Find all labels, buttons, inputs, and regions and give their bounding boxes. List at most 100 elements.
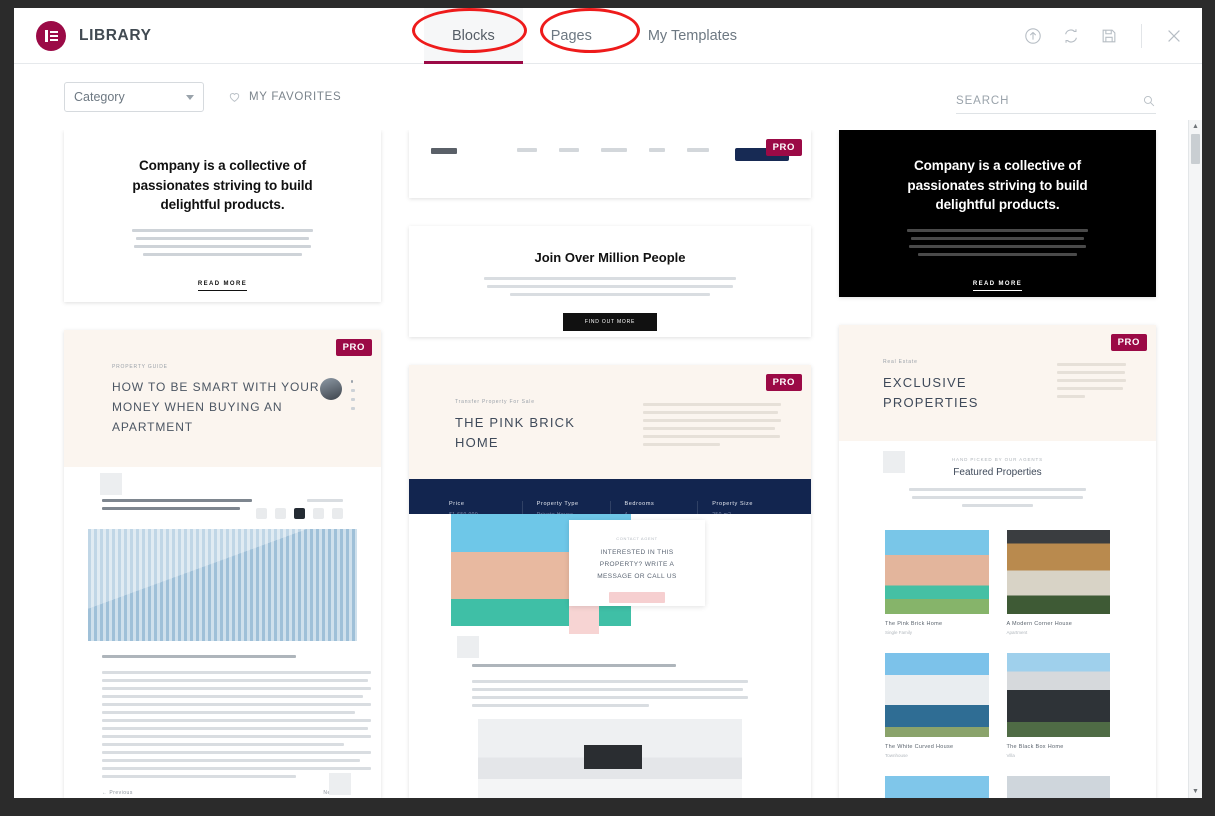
template-card-navbar[interactable]: PRO <box>409 130 811 198</box>
twitter-icon[interactable] <box>294 508 305 520</box>
spec-property-size-label: Property Size <box>712 501 754 508</box>
join-cta-button: FIND OUT MORE <box>562 312 658 331</box>
pro-badge: PRO <box>1110 333 1147 351</box>
brand: LIBRARY <box>14 20 152 51</box>
search-icon[interactable] <box>1142 94 1156 108</box>
sync-library-icon[interactable] <box>1061 26 1081 46</box>
blog-article-body: ← Previous Next → BLOG POSTS More Update… <box>64 467 381 798</box>
hero-light-body-lines <box>131 228 314 256</box>
blog-article-kicker: PROPERTY GUIDE <box>112 364 168 371</box>
header-actions <box>1023 8 1184 64</box>
template-card-hero-light[interactable]: Company is a collective of passionates s… <box>64 130 381 303</box>
linkedin-icon[interactable] <box>313 508 324 520</box>
heart-icon <box>228 91 241 104</box>
scrollbar-thumb[interactable] <box>1191 134 1200 164</box>
property-card-name: The White Curved House <box>885 743 954 750</box>
contact-kicker: CONTACT AGENT <box>616 536 658 542</box>
property-detail-lines <box>471 664 749 708</box>
facebook-icon[interactable] <box>256 508 267 520</box>
join-heading: Join Over Million People <box>534 249 686 265</box>
property-card[interactable]: The White Curved House Townhouse <box>885 652 989 758</box>
navbar-preview <box>409 130 811 198</box>
header-divider <box>1141 24 1142 48</box>
template-card-exclusive[interactable]: PRO Real Estate EXCLUSIVE PROPERTIES HAN… <box>839 324 1156 798</box>
tab-pages[interactable]: Pages <box>523 8 620 64</box>
property-title-block: Transfer Property For Sale THE PINK BRIC… <box>439 387 619 453</box>
decor-square <box>457 636 479 659</box>
blog-author-lines <box>351 378 355 416</box>
property-card-photo <box>885 529 989 614</box>
template-card-join[interactable]: Join Over Million People FIND OUT MORE <box>409 225 811 338</box>
property-contact-section: CONTACT AGENT INTERESTED IN THIS PROPERT… <box>409 514 811 635</box>
library-tabs: Blocks Pages My Templates <box>424 8 765 64</box>
scroll-down-arrow-icon[interactable]: ▼ <box>1189 785 1202 798</box>
property-detail-section <box>409 634 811 798</box>
blog-prev-link[interactable]: ← Previous <box>102 790 133 796</box>
join-body-lines <box>484 276 736 296</box>
property-kicker: Transfer Property For Sale <box>455 399 535 406</box>
tab-blocks[interactable]: Blocks <box>424 8 523 64</box>
vertical-scrollbar[interactable]: ▲ ▼ <box>1188 120 1202 798</box>
template-card-property[interactable]: PRO Transfer Property For Sale THE PINK … <box>409 365 811 798</box>
navbar-logo <box>431 148 457 154</box>
grid-column-3: Company is a collective of passionates s… <box>839 130 1156 798</box>
property-card-photo <box>885 652 989 737</box>
property-card-photo <box>885 775 989 798</box>
tab-pages-label: Pages <box>550 28 592 44</box>
exclusive-intro-lines <box>1039 347 1126 413</box>
pro-badge: PRO <box>765 374 802 392</box>
navbar-link <box>649 148 665 152</box>
instagram-icon[interactable] <box>275 508 286 520</box>
property-card[interactable]: A Modern Corner House Apartment <box>1006 529 1110 635</box>
property-card[interactable] <box>1006 775 1110 798</box>
elementor-logo-icon <box>36 20 66 51</box>
blog-article-title-block: PROPERTY GUIDE HOW TO BE SMART WITH YOUR… <box>90 354 320 437</box>
pinterest-icon[interactable] <box>332 508 343 520</box>
blog-pagination[interactable]: ← Previous Next → <box>102 790 343 796</box>
blog-share-block <box>256 499 343 520</box>
template-grid[interactable]: Company is a collective of passionates s… <box>14 130 1202 798</box>
property-card-name: The Black Box Home <box>1006 743 1064 750</box>
property-card-photo <box>1006 652 1110 737</box>
save-template-icon[interactable] <box>1099 26 1119 46</box>
decor-square <box>883 450 905 473</box>
featured-properties-section: HAND PICKED BY OUR AGENTS Featured Prope… <box>839 440 1156 524</box>
property-header: Transfer Property For Sale THE PINK BRIC… <box>409 365 811 480</box>
property-card-name: A Modern Corner House <box>1006 620 1073 627</box>
property-card[interactable]: The Pink Brick Home Single Family <box>885 529 989 635</box>
pro-badge: PRO <box>335 339 372 357</box>
hero-light-preview: Company is a collective of passionates s… <box>64 130 381 303</box>
hero-dark-cta: READ MORE <box>972 281 1023 291</box>
pro-badge: PRO <box>765 139 802 156</box>
chevron-down-icon <box>186 94 194 100</box>
property-card[interactable]: The Black Box Home Villa <box>1006 652 1110 758</box>
close-modal-icon[interactable] <box>1164 26 1184 46</box>
import-template-icon[interactable] <box>1023 26 1043 46</box>
social-share-icons[interactable] <box>256 508 343 520</box>
hero-light-heading: Company is a collective of passionates s… <box>132 158 313 213</box>
exclusive-heading: EXCLUSIVE PROPERTIES <box>883 374 979 410</box>
property-card-type: Townhouse <box>885 752 908 758</box>
blog-post-title-lines <box>102 499 252 515</box>
modal-body: Category MY FAVORITES SEARCH Company is … <box>14 64 1202 798</box>
navbar-link <box>687 148 709 152</box>
tab-my-templates[interactable]: My Templates <box>620 8 765 64</box>
search-input[interactable] <box>956 95 1106 107</box>
modal-header: LIBRARY Blocks Pages My Templates <box>14 8 1202 64</box>
template-card-blog-article[interactable]: PRO PROPERTY GUIDE HOW TO BE SMART WITH … <box>64 330 381 798</box>
category-select[interactable]: Category <box>64 82 204 112</box>
spec-bedrooms-label: Bedrooms <box>624 501 655 508</box>
property-card-type: Villa <box>1006 752 1015 758</box>
property-card[interactable] <box>885 775 989 798</box>
property-contact-panel: CONTACT AGENT INTERESTED IN THIS PROPERT… <box>569 520 705 607</box>
filter-toolbar: Category MY FAVORITES <box>14 64 1202 130</box>
hero-dark-preview: Company is a collective of passionates s… <box>839 130 1156 297</box>
category-select-label: Category <box>74 90 125 104</box>
scroll-up-arrow-icon[interactable]: ▲ <box>1189 120 1202 133</box>
template-card-hero-dark[interactable]: Company is a collective of passionates s… <box>839 130 1156 297</box>
navbar-link <box>559 148 579 152</box>
blog-article-heading: HOW TO BE SMART WITH YOUR MONEY WHEN BUY… <box>112 380 320 434</box>
my-favorites-filter[interactable]: MY FAVORITES <box>228 91 341 104</box>
property-card-name: The Pink Brick Home <box>885 620 943 627</box>
hero-dark-body-lines <box>906 228 1089 256</box>
